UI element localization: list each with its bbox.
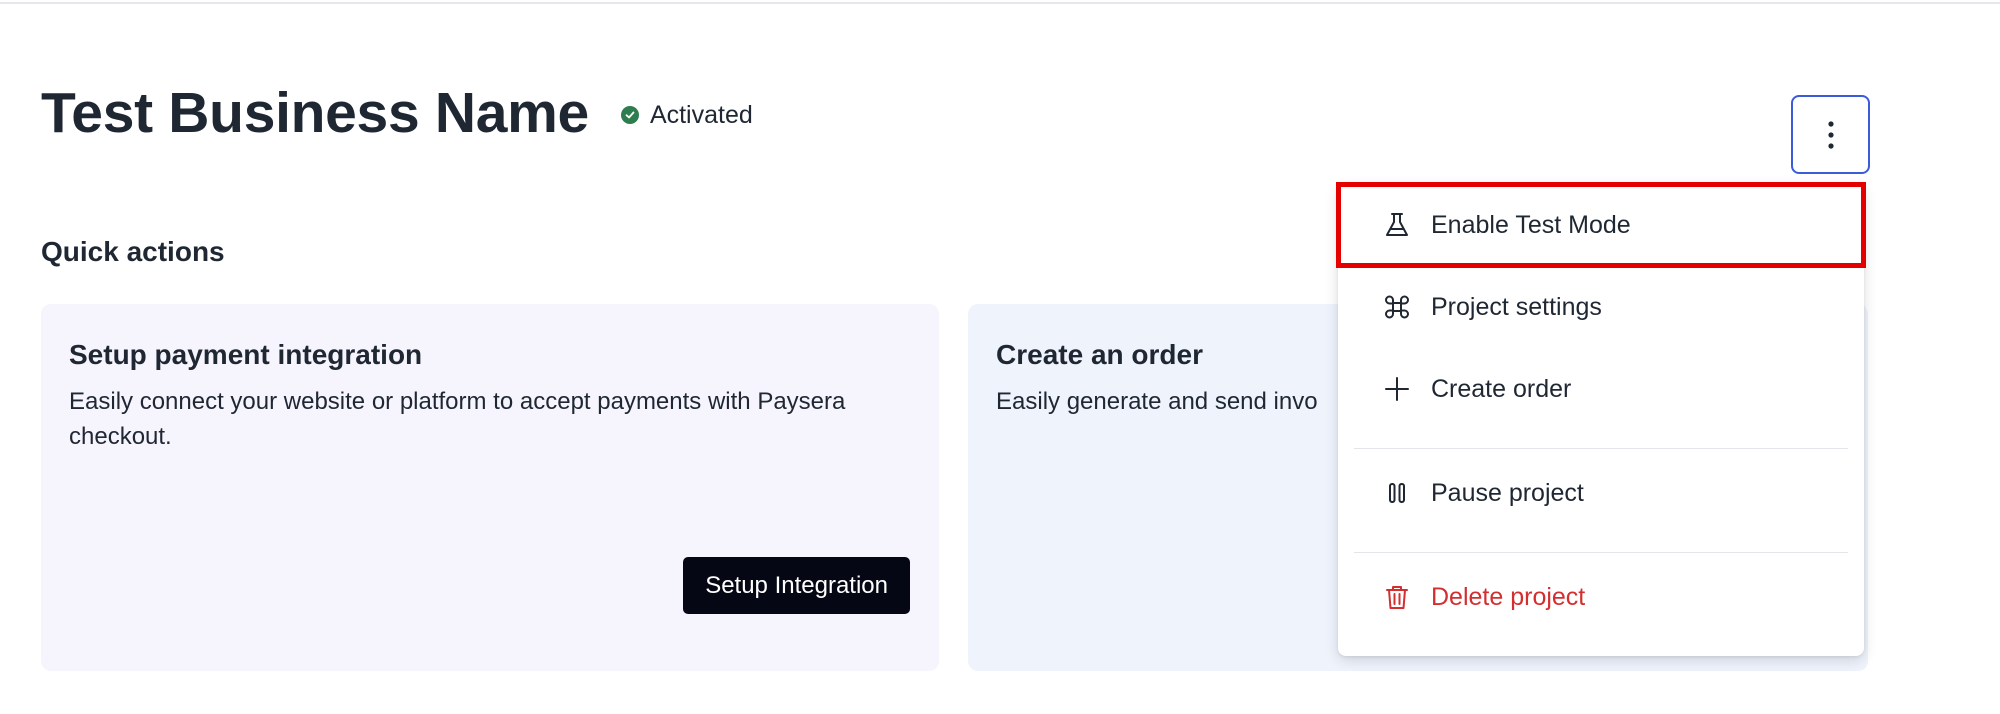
pause-icon [1382, 478, 1412, 508]
menu-item-label: Delete project [1431, 582, 1586, 611]
more-options-button[interactable] [1791, 95, 1870, 174]
vertical-dots-icon [1827, 120, 1834, 149]
menu-item-label: Enable Test Mode [1431, 210, 1631, 239]
setup-integration-card: Setup payment integration Easily connect… [41, 304, 939, 671]
status-label: Activated [649, 100, 753, 129]
page-title: Test Business Name [41, 81, 589, 145]
trash-icon [1382, 582, 1412, 612]
card-title: Setup payment integration [69, 339, 423, 370]
menu-divider [1354, 552, 1848, 553]
check-circle-icon [620, 106, 639, 124]
status-badge: Activated [620, 100, 753, 130]
page-header: Test Business Name Activated [41, 80, 753, 146]
flask-icon [1382, 210, 1412, 240]
menu-item-create-order[interactable]: Create order [1338, 348, 1864, 430]
menu-item-label: Create order [1431, 374, 1572, 403]
card-title: Create an order [996, 339, 1203, 370]
card-description: Easily connect your website or platform … [69, 388, 846, 450]
menu-item-label: Pause project [1431, 478, 1584, 507]
command-icon [1382, 292, 1412, 322]
menu-item-enable-test-mode[interactable]: Enable Test Mode [1336, 182, 1866, 268]
project-actions-menu: Enable Test Mode Project settings Create… [1336, 182, 1866, 656]
setup-integration-button[interactable]: Setup Integration [683, 557, 910, 614]
menu-item-delete-project[interactable]: Delete project [1338, 556, 1864, 638]
plus-icon [1382, 374, 1412, 404]
menu-divider [1354, 448, 1848, 449]
menu-item-project-settings[interactable]: Project settings [1338, 266, 1864, 348]
quick-actions-title: Quick actions [41, 236, 225, 267]
top-divider [0, 0, 2000, 4]
menu-item-pause-project[interactable]: Pause project [1338, 452, 1864, 534]
menu-item-label: Project settings [1431, 292, 1602, 321]
